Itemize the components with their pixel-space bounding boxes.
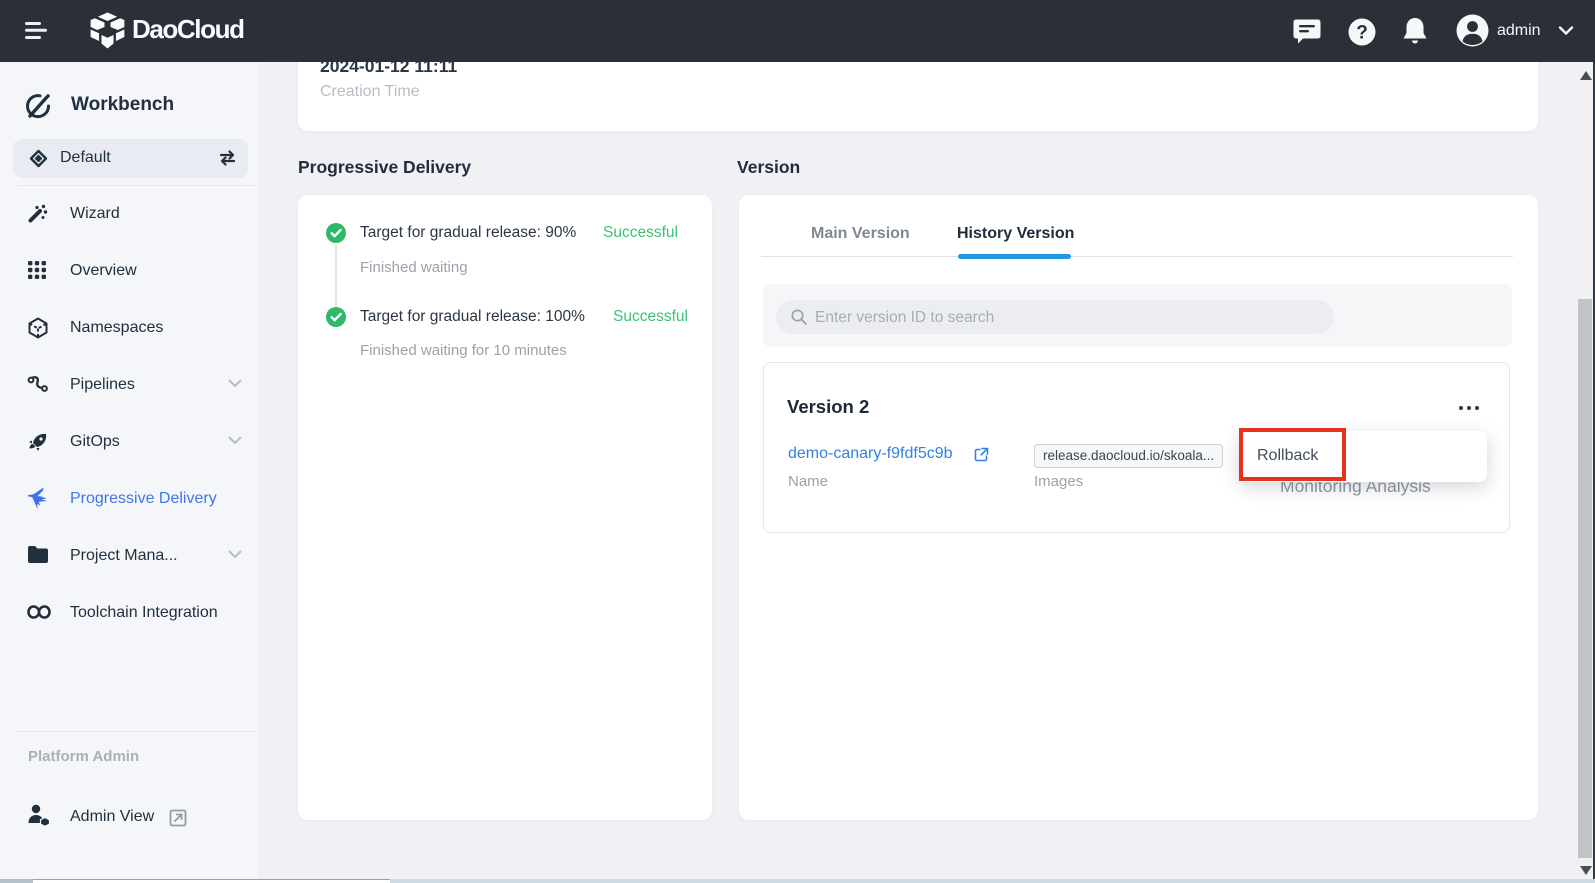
svg-text:?: ? — [1356, 23, 1368, 44]
